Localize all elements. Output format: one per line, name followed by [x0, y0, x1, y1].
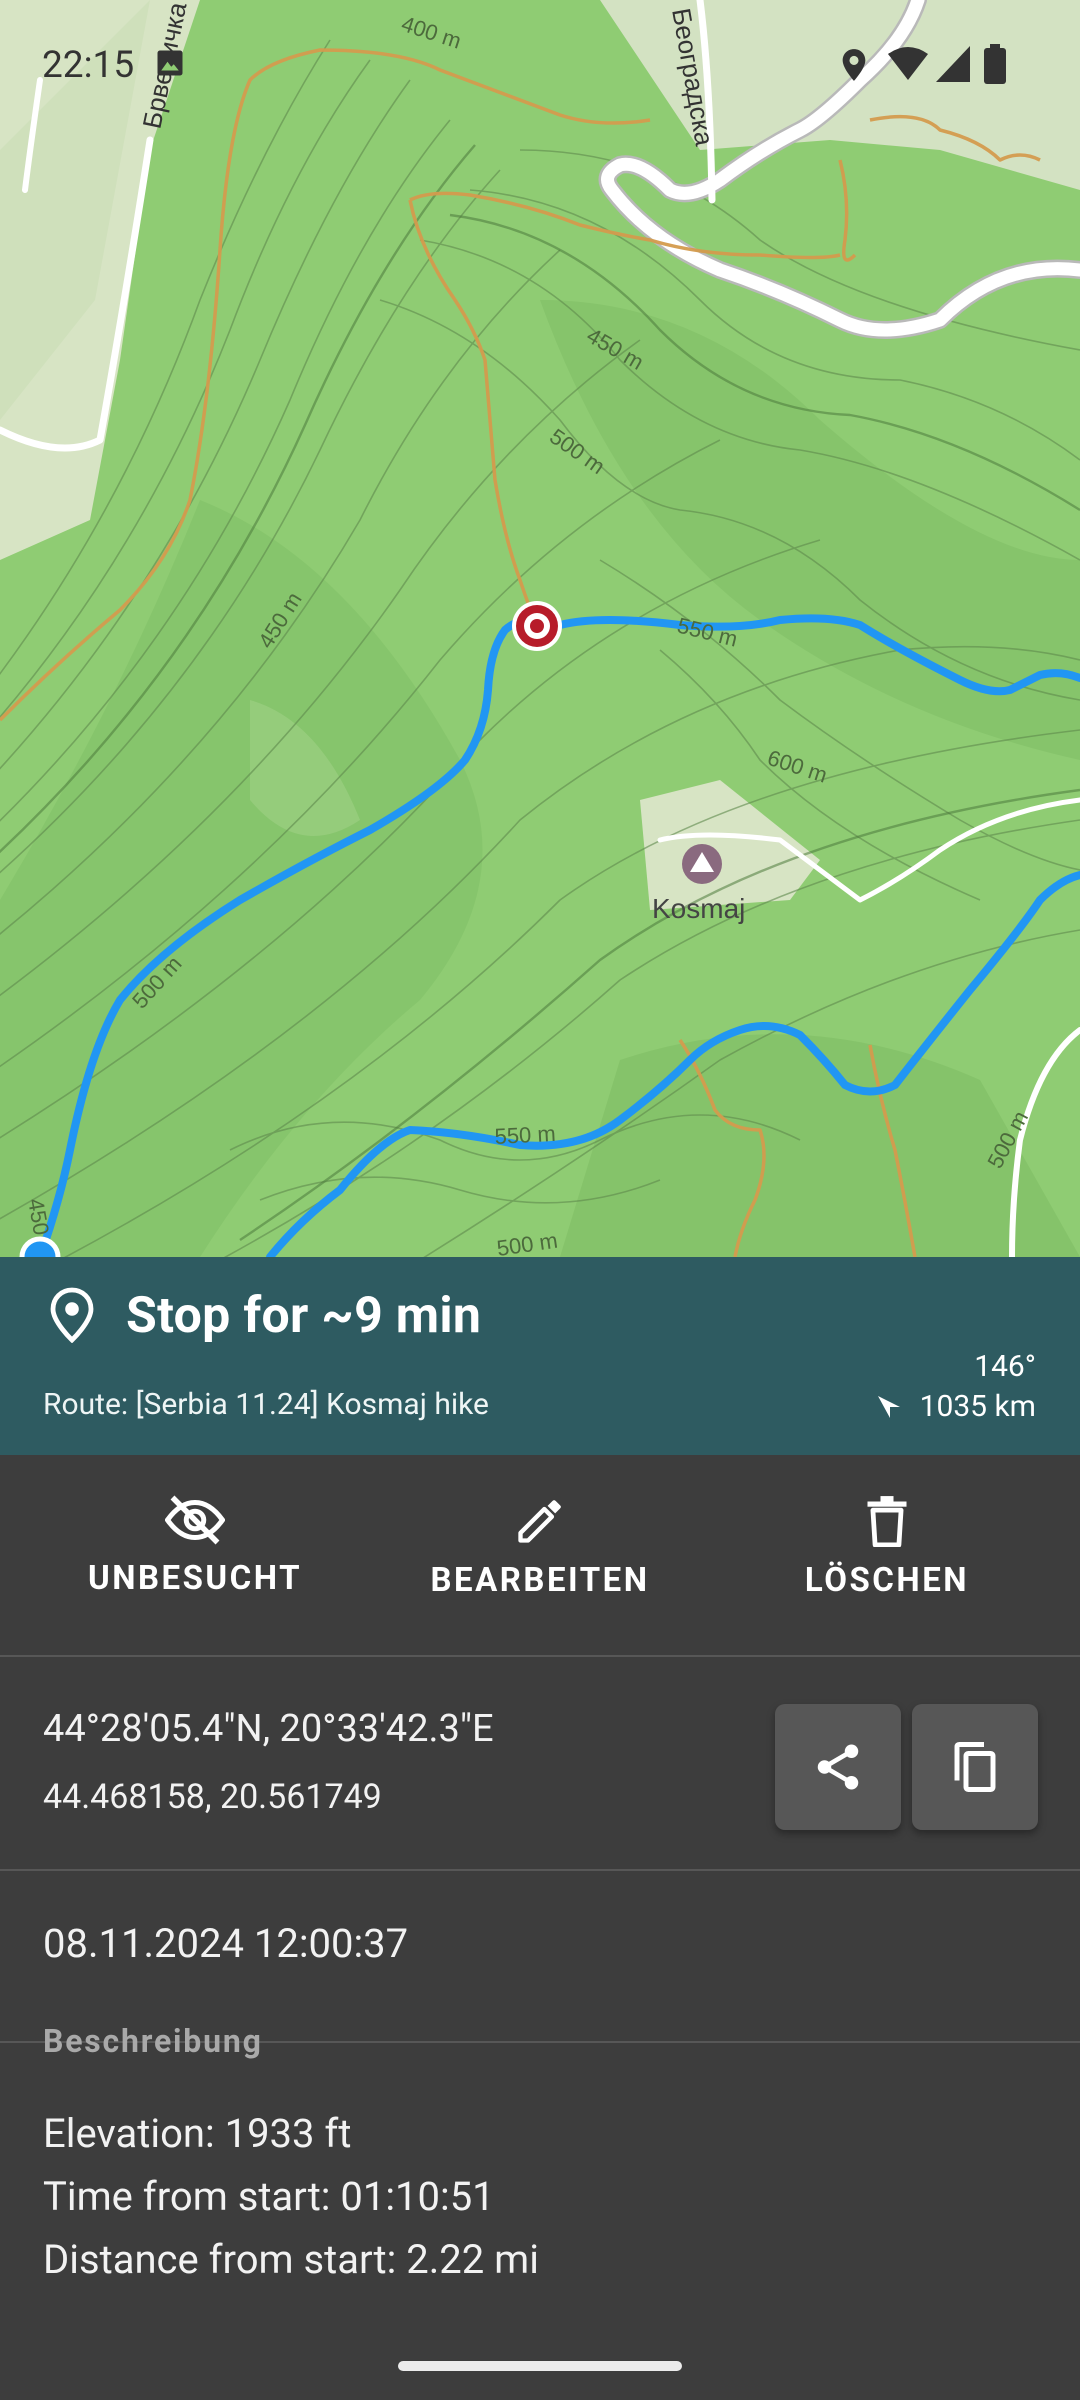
coordinates-decimal: 44.468158, 20.561749: [43, 1777, 382, 1817]
edit-label: BEARBEITEN: [430, 1561, 650, 1600]
action-bar: UNBESUCHT BEARBEITEN LÖSCHEN: [0, 1455, 1080, 1657]
waypoint-title: Stop for ~9 min: [126, 1287, 482, 1345]
home-indicator[interactable]: [398, 2361, 682, 2371]
direction-arrow-icon: [877, 1395, 900, 1418]
coordinates-dms: 44°28'05.4"N, 20°33'42.3"E: [43, 1707, 494, 1751]
unvisited-button[interactable]: UNBESUCHT: [45, 1495, 345, 1598]
status-bar: 22:15: [0, 0, 1080, 130]
copy-icon: [954, 1742, 996, 1792]
edit-button[interactable]: BEARBEITEN: [390, 1495, 690, 1600]
distance-indicator: 1035 km: [876, 1389, 1036, 1424]
map-view[interactable]: Брвеничка Београдска 400 m 450 m 500 m 4…: [0, 0, 1080, 1257]
description-label: Beschreibung: [43, 2022, 263, 2060]
delete-button[interactable]: LÖSCHEN: [737, 1495, 1037, 1600]
status-clock: 22:15: [42, 44, 135, 87]
copy-button[interactable]: [912, 1704, 1038, 1830]
description-elevation: Elevation: 1933 ft: [43, 2110, 352, 2157]
distance-value: 1035 km: [919, 1389, 1036, 1424]
coordinates-section: 44°28'05.4"N, 20°33'42.3"E 44.468158, 20…: [0, 1659, 1080, 1871]
wifi-icon: [888, 47, 928, 80]
eye-off-icon: [165, 1495, 225, 1545]
waypoint-date: 08.11.2024 12:00:37: [43, 1920, 409, 1967]
route-name: Route: [Serbia 11.24] Kosmaj hike: [43, 1387, 489, 1422]
unvisited-label: UNBESUCHT: [87, 1559, 303, 1598]
pencil-icon: [518, 1500, 561, 1543]
bearing-value: 146°: [974, 1349, 1036, 1384]
battery-icon: [984, 44, 1006, 84]
description-time: Time from start: 01:10:51: [43, 2173, 495, 2220]
share-button[interactable]: [775, 1704, 901, 1830]
location-pin-icon: [50, 1287, 94, 1343]
signal-icon: [936, 46, 970, 82]
trash-icon: [867, 1496, 907, 1547]
location-icon: [842, 49, 866, 81]
selected-waypoint-marker[interactable]: [512, 601, 562, 651]
delete-label: LÖSCHEN: [804, 1561, 970, 1600]
contour-label-550-b: 550 m: [494, 1121, 556, 1149]
share-icon: [817, 1744, 859, 1790]
image-icon: [157, 50, 183, 76]
waypoint-header: Stop for ~9 min Route: [Serbia 11.24] Ko…: [0, 1257, 1080, 1455]
peak-marker[interactable]: [682, 844, 722, 884]
screen: Брвеничка Београдска 400 m 450 m 500 m 4…: [0, 0, 1080, 2400]
map-label-peak: Kosmaj: [652, 893, 745, 924]
description-distance: Distance from start: 2.22 mi: [43, 2236, 539, 2283]
